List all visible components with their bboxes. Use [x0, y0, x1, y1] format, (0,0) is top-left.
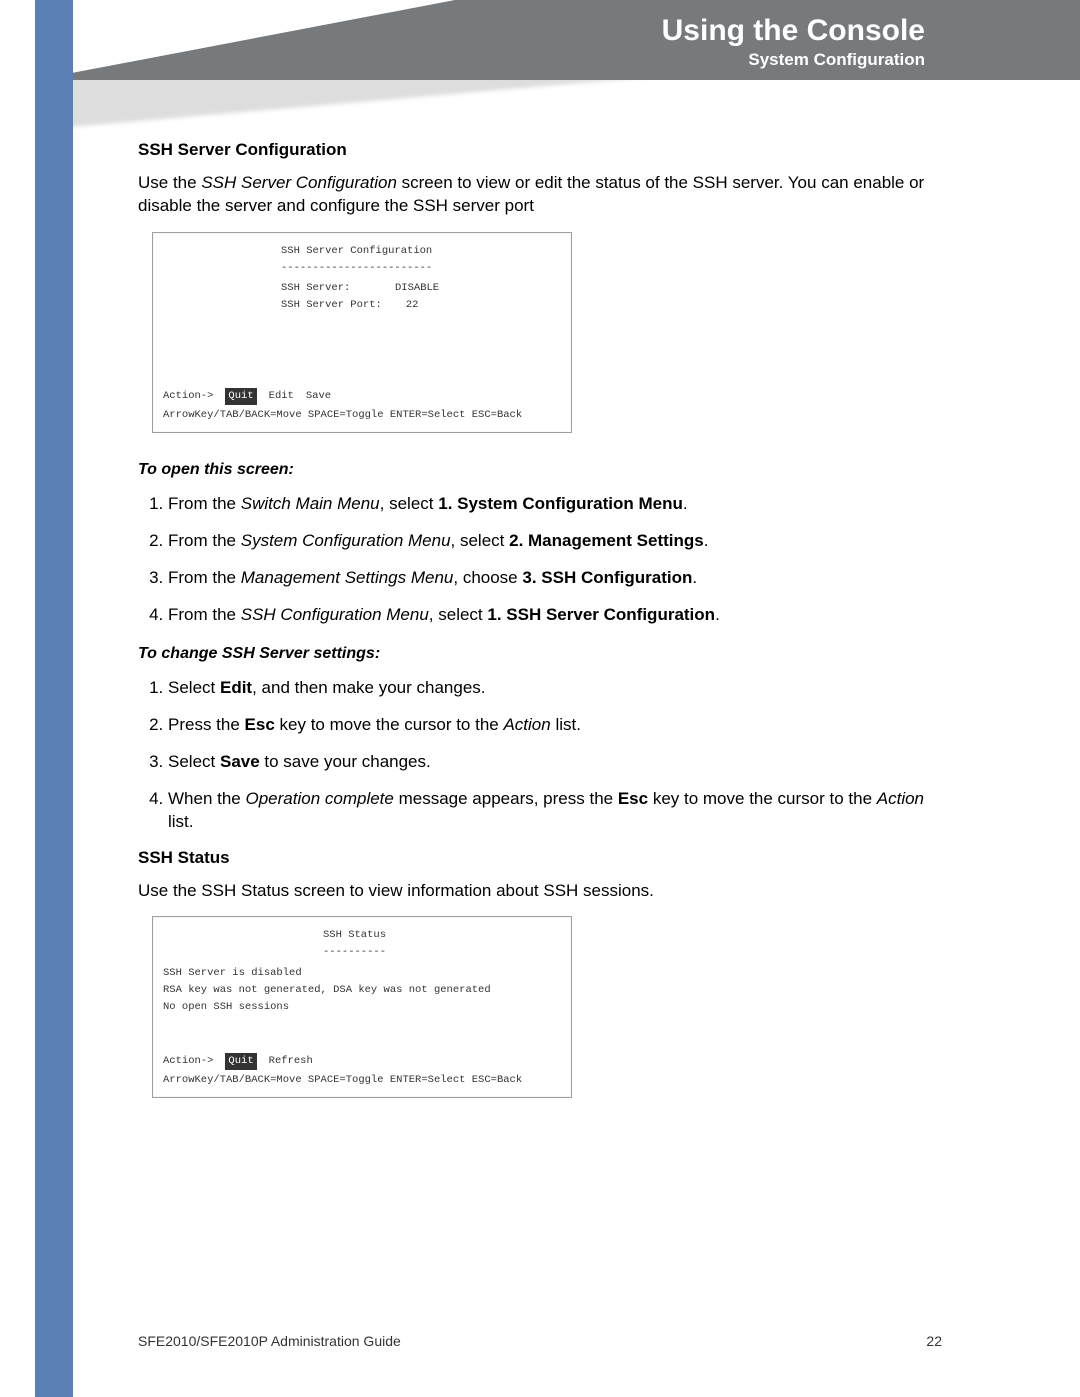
section-intro-ssh-config: Use the SSH Server Configuration screen … [138, 172, 942, 218]
page-subtitle: System Configuration [748, 50, 925, 70]
console-label: SSH Server Port: [281, 297, 382, 314]
footer-guide-name: SFE2010/SFE2010P Administration Guide [138, 1333, 401, 1349]
console-action-selected: Quit [225, 388, 256, 405]
page-title: Using the Console [662, 14, 925, 48]
console-screenshot-ssh-status: SSH Status ---------- SSH Server is disa… [152, 916, 572, 1097]
console-line: RSA key was not generated, DSA key was n… [163, 982, 561, 999]
console-value: DISABLE [395, 280, 439, 297]
footer-page-number: 22 [926, 1333, 942, 1349]
section-intro-ssh-status: Use the SSH Status screen to view inform… [138, 880, 942, 903]
console-action-prefix: Action-> [163, 388, 213, 405]
section-heading-ssh-config: SSH Server Configuration [138, 140, 942, 160]
step: Press the Esc key to move the cursor to … [168, 714, 942, 737]
console-action-line: Action-> Quit Edit Save [163, 388, 561, 405]
step: From the Management Settings Menu, choos… [168, 567, 942, 590]
page-footer: SFE2010/SFE2010P Administration Guide 22 [138, 1333, 942, 1349]
console-row-ssh-port: SSH Server Port: 22 [281, 297, 561, 314]
console-action-prefix: Action-> [163, 1053, 213, 1070]
console-line: SSH Server is disabled [163, 965, 561, 982]
subheading-change-settings: To change SSH Server settings: [138, 645, 942, 663]
console-title: SSH Server Configuration [281, 243, 561, 260]
console-action-line: Action-> Quit Refresh [163, 1053, 561, 1070]
console-title: SSH Status [323, 927, 561, 944]
banner-diagonal-cut [35, 0, 455, 80]
console-value: 22 [406, 297, 419, 314]
steps-change-settings: Select Edit, and then make your changes.… [138, 677, 942, 834]
console-action-refresh: Refresh [269, 1053, 313, 1070]
console-hint: ArrowKey/TAB/BACK=Move SPACE=Toggle ENTE… [163, 407, 561, 424]
console-action-save: Save [306, 388, 331, 405]
console-divider: ------------------------ [281, 260, 561, 277]
console-line: No open SSH sessions [163, 999, 561, 1016]
console-hint: ArrowKey/TAB/BACK=Move SPACE=Toggle ENTE… [163, 1072, 561, 1089]
step: When the Operation complete message appe… [168, 788, 942, 834]
subheading-open-screen: To open this screen: [138, 461, 942, 479]
console-body: SSH Server is disabled RSA key was not g… [163, 965, 561, 1025]
document-page: Using the Console System Configuration S… [0, 0, 1080, 1397]
console-divider: ---------- [323, 944, 561, 961]
console-label: SSH Server: [281, 280, 371, 297]
page-header-banner: Using the Console System Configuration [35, 0, 1080, 120]
banner-shadow [35, 80, 1080, 130]
console-row-ssh-server: SSH Server: DISABLE [281, 280, 561, 297]
console-screenshot-ssh-config: SSH Server Configuration ---------------… [152, 232, 572, 433]
page-content: SSH Server Configuration Use the SSH Ser… [138, 140, 942, 1126]
step: Select Save to save your changes. [168, 751, 942, 774]
section-heading-ssh-status: SSH Status [138, 848, 942, 868]
step: From the System Configuration Menu, sele… [168, 530, 942, 553]
step: Select Edit, and then make your changes. [168, 677, 942, 700]
console-body: SSH Server: DISABLE SSH Server Port: 22 [163, 280, 561, 360]
step: From the Switch Main Menu, select 1. Sys… [168, 493, 942, 516]
step: From the SSH Configuration Menu, select … [168, 604, 942, 627]
console-action-edit: Edit [269, 388, 294, 405]
steps-open-screen: From the Switch Main Menu, select 1. Sys… [138, 493, 942, 627]
console-action-selected: Quit [225, 1053, 256, 1070]
side-accent-bar [35, 0, 73, 1397]
